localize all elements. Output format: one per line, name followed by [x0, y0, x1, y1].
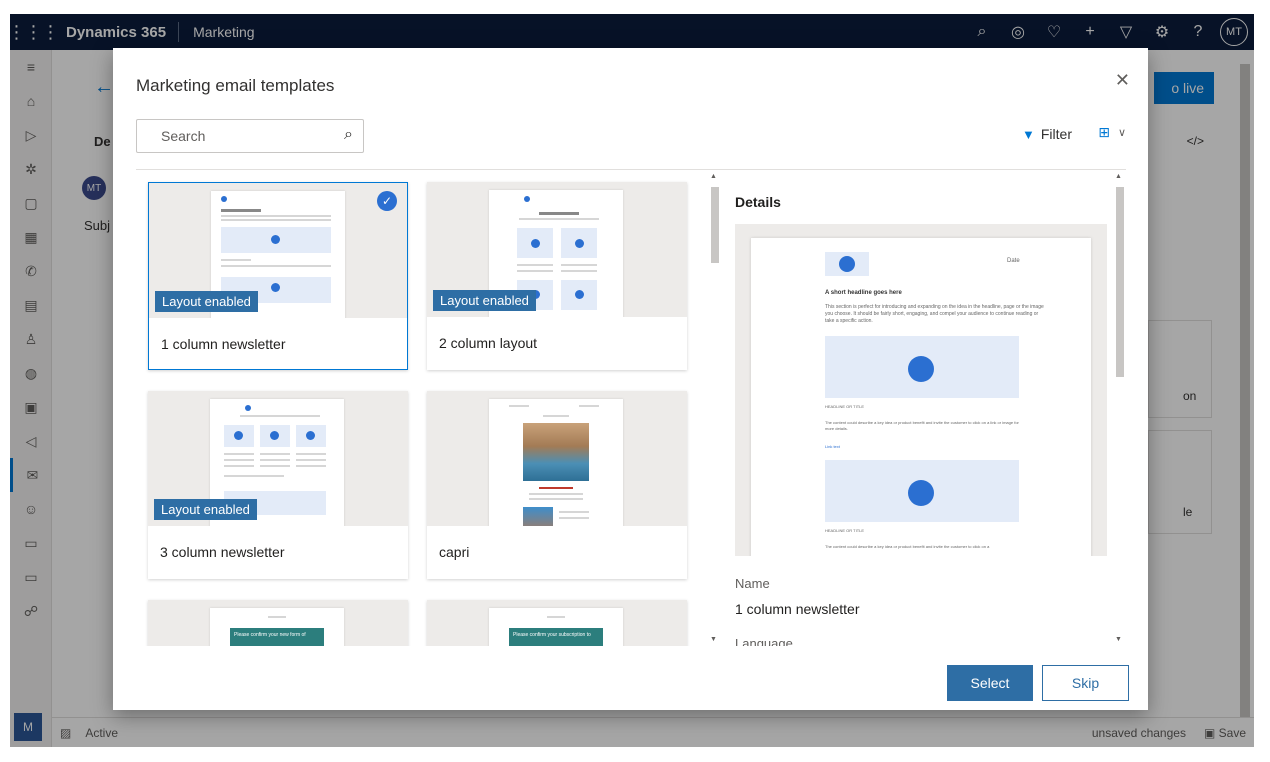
thumbnail-sheet [489, 399, 623, 526]
selected-check-icon: ✓ [377, 191, 397, 211]
template-thumbnail: Layout enabled [427, 182, 687, 317]
preview-headline: A short headline goes here [825, 290, 902, 296]
grid-scroll-thumb[interactable] [711, 187, 719, 263]
scroll-up-icon[interactable]: ▲ [710, 173, 717, 180]
template-thumbnail: Please confirm your new form of [148, 600, 408, 646]
details-title: Details [735, 194, 781, 210]
search-icon[interactable]: ⌕ [344, 126, 353, 144]
view-switcher[interactable]: ⊞ ∨ [1098, 124, 1126, 141]
filter-label: Filter [1040, 126, 1072, 142]
template-preview: Date A short headline goes here This sec… [735, 224, 1107, 556]
details-scroll-thumb[interactable] [1116, 187, 1124, 377]
template-name: 3 column newsletter [160, 544, 285, 560]
preview-headline-2: HEADLINE OR TITLE [825, 404, 865, 409]
name-label: Name [735, 576, 770, 591]
template-card[interactable]: Layout enabled 2 column layout [427, 182, 687, 370]
templates-dialog: Marketing email templates ✕ ⌕ ▼ Filter ⊞… [113, 48, 1148, 710]
details-scrollbar[interactable]: ▲ ▼ [1113, 173, 1125, 643]
scroll-up-icon[interactable]: ▲ [1115, 173, 1122, 180]
template-card[interactable]: Please confirm your subscription to [427, 600, 687, 646]
dialog-title: Marketing email templates [136, 76, 335, 95]
details-panel: Details Date A short headline goes here … [735, 180, 1107, 646]
close-icon[interactable]: ✕ [1115, 70, 1130, 91]
scroll-down-icon[interactable]: ▼ [1115, 636, 1122, 643]
template-thumbnail: ✓ Layout enabled [149, 183, 407, 318]
template-thumbnail: Please confirm your subscription to [427, 600, 687, 646]
filter-icon: ▼ [1022, 126, 1035, 142]
chevron-down-icon: ∨ [1117, 127, 1126, 139]
language-label: Language [735, 636, 793, 646]
preview-date: Date [1007, 258, 1020, 264]
grid-scrollbar[interactable]: ▲ ▼ [708, 173, 720, 643]
thumbnail-sheet: Please confirm your subscription to [489, 608, 623, 646]
search-box[interactable]: ⌕ [136, 119, 364, 153]
template-thumbnail: Layout enabled [148, 391, 408, 526]
template-card[interactable]: ✓ Layout enabled 1 column newsletter [148, 182, 408, 370]
template-name: capri [439, 544, 470, 560]
name-value: 1 column newsletter [735, 601, 860, 617]
search-input[interactable] [161, 128, 331, 144]
thumbnail-sheet: Please confirm your new form of [210, 608, 344, 646]
layout-enabled-badge: Layout enabled [154, 499, 257, 520]
template-name: 2 column layout [439, 335, 538, 351]
grid-view-icon: ⊞ [1098, 124, 1110, 140]
template-name: 1 column newsletter [161, 336, 286, 352]
preview-sheet: Date A short headline goes here This sec… [751, 238, 1091, 556]
template-grid: ✓ Layout enabled 1 column newsletter Lay… [136, 170, 726, 646]
thumbnail-text: Please confirm your subscription to [513, 632, 591, 638]
thumbnail-text: Please confirm your new form of [234, 632, 306, 638]
layout-enabled-badge: Layout enabled [433, 290, 536, 311]
app-window: ⋮⋮⋮ Dynamics 365 Marketing ⌕ ◎ ♡ + ▽ ⚙ ?… [10, 14, 1254, 747]
template-card[interactable]: Layout enabled 3 column newsletter [148, 391, 408, 579]
scroll-down-icon[interactable]: ▼ [710, 636, 717, 643]
preview-link: Link text [825, 444, 840, 449]
layout-enabled-badge: Layout enabled [155, 291, 258, 312]
filter-button[interactable]: ▼ Filter [1022, 126, 1072, 142]
preview-headline-3: HEADLINE OR TITLE [825, 528, 865, 533]
preview-body: This section is perfect for introducing … [825, 304, 1044, 324]
select-button[interactable]: Select [947, 665, 1033, 701]
skip-button[interactable]: Skip [1042, 665, 1129, 701]
preview-body-3: The content could describe a key idea or… [825, 544, 990, 549]
template-thumbnail [427, 391, 687, 526]
template-card[interactable]: capri [427, 391, 687, 579]
preview-body-2: The content could describe a key idea or… [825, 420, 1019, 431]
template-card[interactable]: Please confirm your new form of [148, 600, 408, 646]
